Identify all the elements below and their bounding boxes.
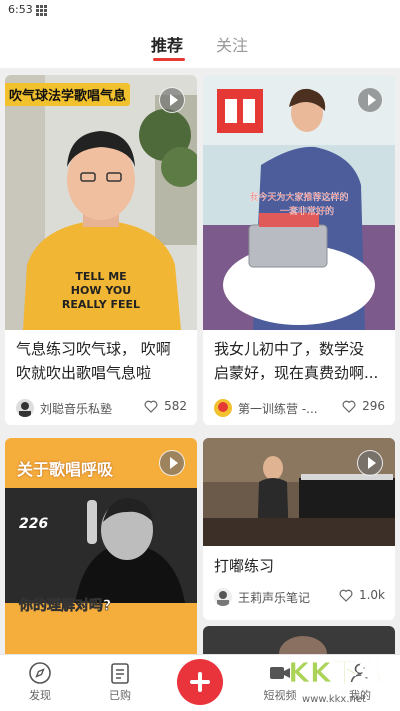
overlay-title: 吹气球法学歌唱气息 [5,83,131,106]
create-plus-button[interactable] [177,659,223,705]
author-avatar [16,399,34,417]
play-icon[interactable] [357,450,383,476]
heart-icon [339,589,353,602]
tab-following[interactable]: 关注 [216,32,248,56]
like-count: 582 [164,399,187,413]
poster-number: 226 [19,516,48,532]
video-card[interactable]: TELL ME HOW YOU REALLY FEEL 吹气球法学歌唱气息 气息… [5,75,197,425]
status-time: 6:53 [8,3,33,16]
video-thumbnail [203,438,395,546]
card-author[interactable]: 第一训练营 -... [214,398,318,418]
compass-icon [29,662,51,684]
video-card[interactable]: 226 你的理解对吗? 关于歌唱呼吸 [5,438,197,654]
like-button[interactable]: 1.0k [338,587,385,603]
shirt-text-1: TELL ME [75,270,126,283]
top-tab-bar: 推荐 关注 [0,22,400,68]
watermark-logo: KK下载 www.kkx.net [276,640,396,708]
like-button[interactable]: 582 [143,398,187,414]
card-author[interactable]: 王莉声乐笔记 [214,587,310,607]
active-tab-indicator [153,58,185,61]
author-avatar [214,399,232,417]
nav-discover-label: 发现 [29,689,51,702]
card-title: 打嘟练习 [214,557,275,575]
video-card[interactable]: 我今天为大家推荐这样的 一套非常好的 我女儿初中了，数学没 启蒙好，现在真费劲啊… [203,75,395,425]
video-caption-2: 一套非常好的 [280,205,334,217]
video-thumbnail: TELL ME HOW YOU REALLY FEEL 吹气球法学歌唱气息 [5,75,197,330]
play-icon[interactable] [159,450,185,476]
like-count: 1.0k [358,588,385,602]
svg-text:www.kkx.net: www.kkx.net [302,694,366,705]
card-title: 气息练习吹气球， 吹啊 吹就吹出歌唱气息啦 [16,340,171,382]
author-name: 刘聪音乐私塾 [40,401,113,416]
video-card[interactable]: 打嘟练习 王莉声乐笔记 1.0k [203,438,395,620]
like-count: 296 [362,399,385,413]
like-button[interactable]: 296 [341,398,385,414]
video-thumbnail: 226 你的理解对吗? 关于歌唱呼吸 [5,438,197,654]
play-icon[interactable] [159,87,185,113]
video-caption-1: 我今天为大家推荐这样的 [249,191,348,203]
list-icon [111,663,129,684]
poster-bottom-text: 你的理解对吗? [18,597,111,614]
nav-discover[interactable]: 发现 [12,661,68,703]
card-title: 我女儿初中了，数学没 启蒙好，现在真费劲啊... [214,340,379,382]
author-name: 第一训练营 -... [238,401,318,416]
shirt-text-2: HOW YOU [71,284,131,297]
play-icon[interactable] [357,87,383,113]
overlay-title: 关于歌唱呼吸 [17,460,114,479]
author-avatar [214,588,232,606]
shirt-text-3: REALLY FEEL [62,298,140,311]
svg-text:KK下载: KK下载 [288,656,387,689]
app-grid-icon [36,5,47,16]
nav-purchased-label: 已购 [109,689,131,702]
heart-icon [342,400,356,413]
nav-purchased[interactable]: 已购 [92,661,148,703]
heart-icon [144,400,158,413]
video-thumbnail: 我今天为大家推荐这样的 一套非常好的 [203,75,395,330]
card-author[interactable]: 刘聪音乐私塾 [16,398,112,418]
status-bar: 6:53 [0,0,400,22]
tab-recommended[interactable]: 推荐 [151,32,183,56]
author-name: 王莉声乐笔记 [238,590,311,605]
